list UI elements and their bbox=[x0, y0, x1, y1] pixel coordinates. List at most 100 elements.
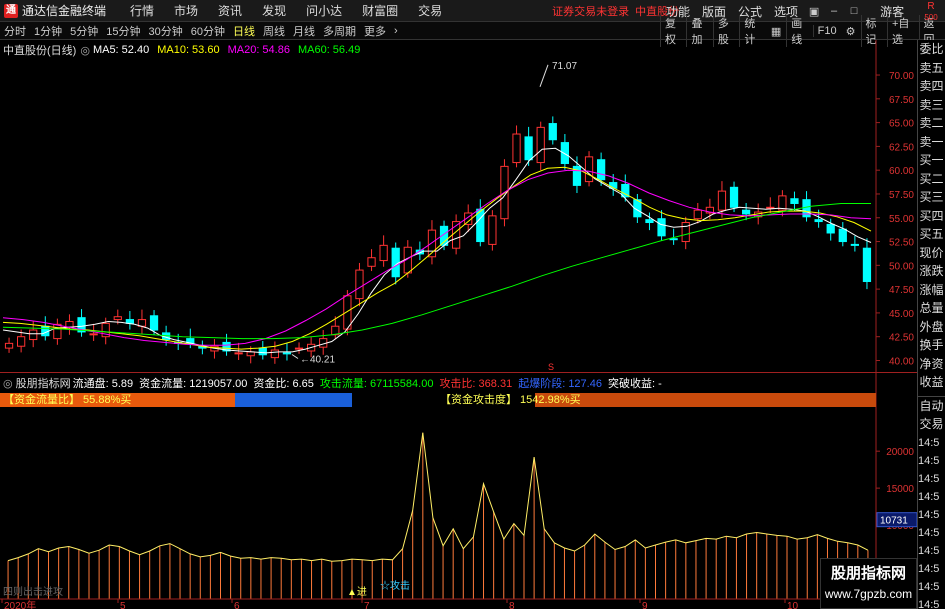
menu-item-quotes[interactable]: 行情 bbox=[120, 2, 164, 19]
menu-item-wealth[interactable]: 财富圈 bbox=[352, 2, 408, 19]
quote-label-7[interactable]: 买二 bbox=[918, 170, 945, 189]
quote-label-12[interactable]: 涨跌 bbox=[918, 262, 945, 281]
tick-time-1: 14:5 bbox=[918, 454, 940, 467]
quote-label-18[interactable]: 收益 bbox=[918, 373, 945, 392]
candle-body bbox=[560, 142, 569, 165]
ma5-label: MA5: 52.40 bbox=[92, 44, 150, 56]
float-shares: 流通盘: 5.89 bbox=[72, 378, 134, 390]
period-timeshare[interactable]: 分时 bbox=[0, 23, 30, 39]
quote-label-10[interactable]: 买五 bbox=[918, 225, 945, 244]
kline-chart[interactable]: 70.00 67.50 65.00 62.50 60.00 57.50 55.00 52.50… bbox=[0, 40, 917, 372]
period-1min[interactable]: 1分钟 bbox=[30, 23, 66, 39]
f10-button[interactable]: F10 bbox=[812, 25, 841, 37]
kline-y-tick-label: 40.00 bbox=[889, 356, 914, 367]
kline-title[interactable]: 中直股份(日线) bbox=[3, 42, 76, 58]
settings-small-icon[interactable]: ◎ bbox=[80, 44, 90, 57]
grid-icon[interactable]: ▦ bbox=[766, 25, 786, 38]
quote-label-13[interactable]: 涨幅 bbox=[918, 281, 945, 300]
quote-label-11[interactable]: 现价 bbox=[918, 244, 945, 263]
x-tick-label: 9 bbox=[642, 601, 648, 609]
candle-body bbox=[584, 156, 594, 183]
app-logo-icon: 通 bbox=[4, 3, 18, 18]
candle-body bbox=[657, 218, 666, 237]
indicator-chart[interactable]: 【资金流量比】 55.88%买 【资金攻击度】 1542.98%买 20000 150… bbox=[0, 373, 917, 609]
period-15min[interactable]: 15分钟 bbox=[102, 23, 144, 39]
tick-time-7: 14:5 bbox=[918, 562, 940, 575]
period-monthly[interactable]: 月线 bbox=[289, 23, 319, 39]
minimize-icon[interactable]: – bbox=[824, 5, 844, 17]
x-tick-label: 2020年 bbox=[4, 599, 36, 609]
tick-time-8: 14:5 bbox=[918, 580, 940, 593]
candle-body bbox=[282, 352, 292, 355]
kline-y-tick-label: 62.50 bbox=[889, 142, 914, 153]
ma20-label: MA20: 54.86 bbox=[227, 44, 290, 56]
quote-side-panel: 委比 卖五 卖四 卖三 卖二 卖一 买一 买二 买三 买四 买五 现价 涨跌 涨幅 总量 外盘 换手 净资 收益自动… bbox=[917, 40, 945, 609]
menu-item-discover[interactable]: 发现 bbox=[252, 2, 296, 19]
ma-line-ma60 bbox=[2, 203, 871, 340]
kline-y-tick-label: 60.00 bbox=[889, 166, 914, 177]
x-tick-label: 7 bbox=[364, 601, 370, 609]
candle-body bbox=[790, 198, 799, 204]
candle-body bbox=[512, 133, 521, 164]
watermark-url: www.7gpzb.com bbox=[824, 587, 913, 601]
trade-login-notice[interactable]: 证券交易未登录 bbox=[552, 3, 629, 19]
auto-trade-label-1[interactable]: 交易 bbox=[918, 415, 945, 434]
quote-label-17[interactable]: 净资 bbox=[918, 355, 945, 374]
period-5min[interactable]: 5分钟 bbox=[66, 23, 102, 39]
quote-label-14[interactable]: 总量 bbox=[918, 299, 945, 318]
quote-label-5[interactable]: 卖一 bbox=[918, 133, 945, 152]
quote-label-3[interactable]: 卖三 bbox=[918, 96, 945, 115]
quote-label-9[interactable]: 买四 bbox=[918, 207, 945, 226]
capital-flow: 资金流量: 1219057.00 bbox=[139, 378, 248, 390]
r-badge-letter: R bbox=[927, 1, 935, 12]
candle-body bbox=[536, 126, 545, 164]
indicator-settings-icon[interactable]: ◎ bbox=[3, 377, 13, 390]
candle-body bbox=[53, 323, 62, 340]
candle-body bbox=[826, 223, 835, 234]
quote-label-0[interactable]: 委比 bbox=[918, 40, 945, 59]
attack-flow: 攻击流量: 67115584.00 bbox=[319, 378, 434, 390]
menu-item-news[interactable]: 资讯 bbox=[208, 2, 252, 19]
menu-item-ask[interactable]: 问小达 bbox=[296, 2, 352, 19]
x-tick-label: 6 bbox=[234, 601, 240, 609]
quote-label-8[interactable]: 买三 bbox=[918, 188, 945, 207]
auto-trade-label-0[interactable]: 自动 bbox=[918, 397, 945, 416]
x-tick-label: 5 bbox=[120, 601, 126, 609]
quote-label-6[interactable]: 买一 bbox=[918, 151, 945, 170]
candle-body bbox=[850, 243, 859, 246]
high-price-label: 71.07 bbox=[552, 61, 577, 72]
indicator-y-tick-label: 15000 bbox=[886, 484, 914, 495]
period-daily[interactable]: 日线 bbox=[229, 23, 259, 39]
trade-section: 自动 交易 bbox=[918, 395, 945, 434]
candle-body bbox=[379, 244, 388, 262]
candle-body bbox=[149, 315, 159, 331]
quote-label-4[interactable]: 卖二 bbox=[918, 114, 945, 133]
menu-item-market[interactable]: 市场 bbox=[164, 2, 208, 19]
quote-label-2[interactable]: 卖四 bbox=[918, 77, 945, 96]
candle-body bbox=[669, 238, 678, 241]
kline-y-tick-label: 55.00 bbox=[889, 214, 914, 225]
ma60-label: MA60: 56.49 bbox=[297, 44, 361, 56]
tick-time-0: 14:5 bbox=[918, 436, 940, 449]
quote-label-16[interactable]: 换手 bbox=[918, 336, 945, 355]
candle-body bbox=[597, 159, 606, 181]
more-chevron-icon[interactable]: › bbox=[390, 25, 402, 37]
candle-body bbox=[270, 349, 279, 359]
period-30min[interactable]: 30分钟 bbox=[145, 23, 187, 39]
period-multi[interactable]: 多周期 bbox=[319, 23, 360, 39]
quote-label-15[interactable]: 外盘 bbox=[918, 318, 945, 337]
quote-label-1[interactable]: 卖五 bbox=[918, 59, 945, 78]
candle-body bbox=[742, 209, 751, 215]
attack-label: 【资金攻击度】 1542.98%买 bbox=[440, 392, 581, 406]
kline-pane[interactable]: 70.00 67.50 65.00 62.50 60.00 57.50 55.00 52.50… bbox=[0, 40, 917, 372]
indicator-name[interactable]: 股朋指标网 bbox=[16, 375, 71, 391]
period-more[interactable]: 更多 bbox=[360, 23, 390, 39]
settings-icon[interactable]: ⚙ bbox=[841, 25, 861, 38]
period-weekly[interactable]: 周线 bbox=[259, 23, 289, 39]
breakout-yield: 突破收益: - bbox=[607, 378, 662, 390]
menu-item-trade[interactable]: 交易 bbox=[408, 2, 452, 19]
period-60min[interactable]: 60分钟 bbox=[187, 23, 229, 39]
indicator-info-bar: ◎ 股朋指标网 流通盘: 5.89 资金流量: 1219057.00 资金比: … bbox=[3, 375, 662, 391]
candle-body bbox=[355, 269, 364, 300]
indicator-pane[interactable]: 【资金流量比】 55.88%买 【资金攻击度】 1542.98%买 20000 150… bbox=[0, 372, 917, 609]
